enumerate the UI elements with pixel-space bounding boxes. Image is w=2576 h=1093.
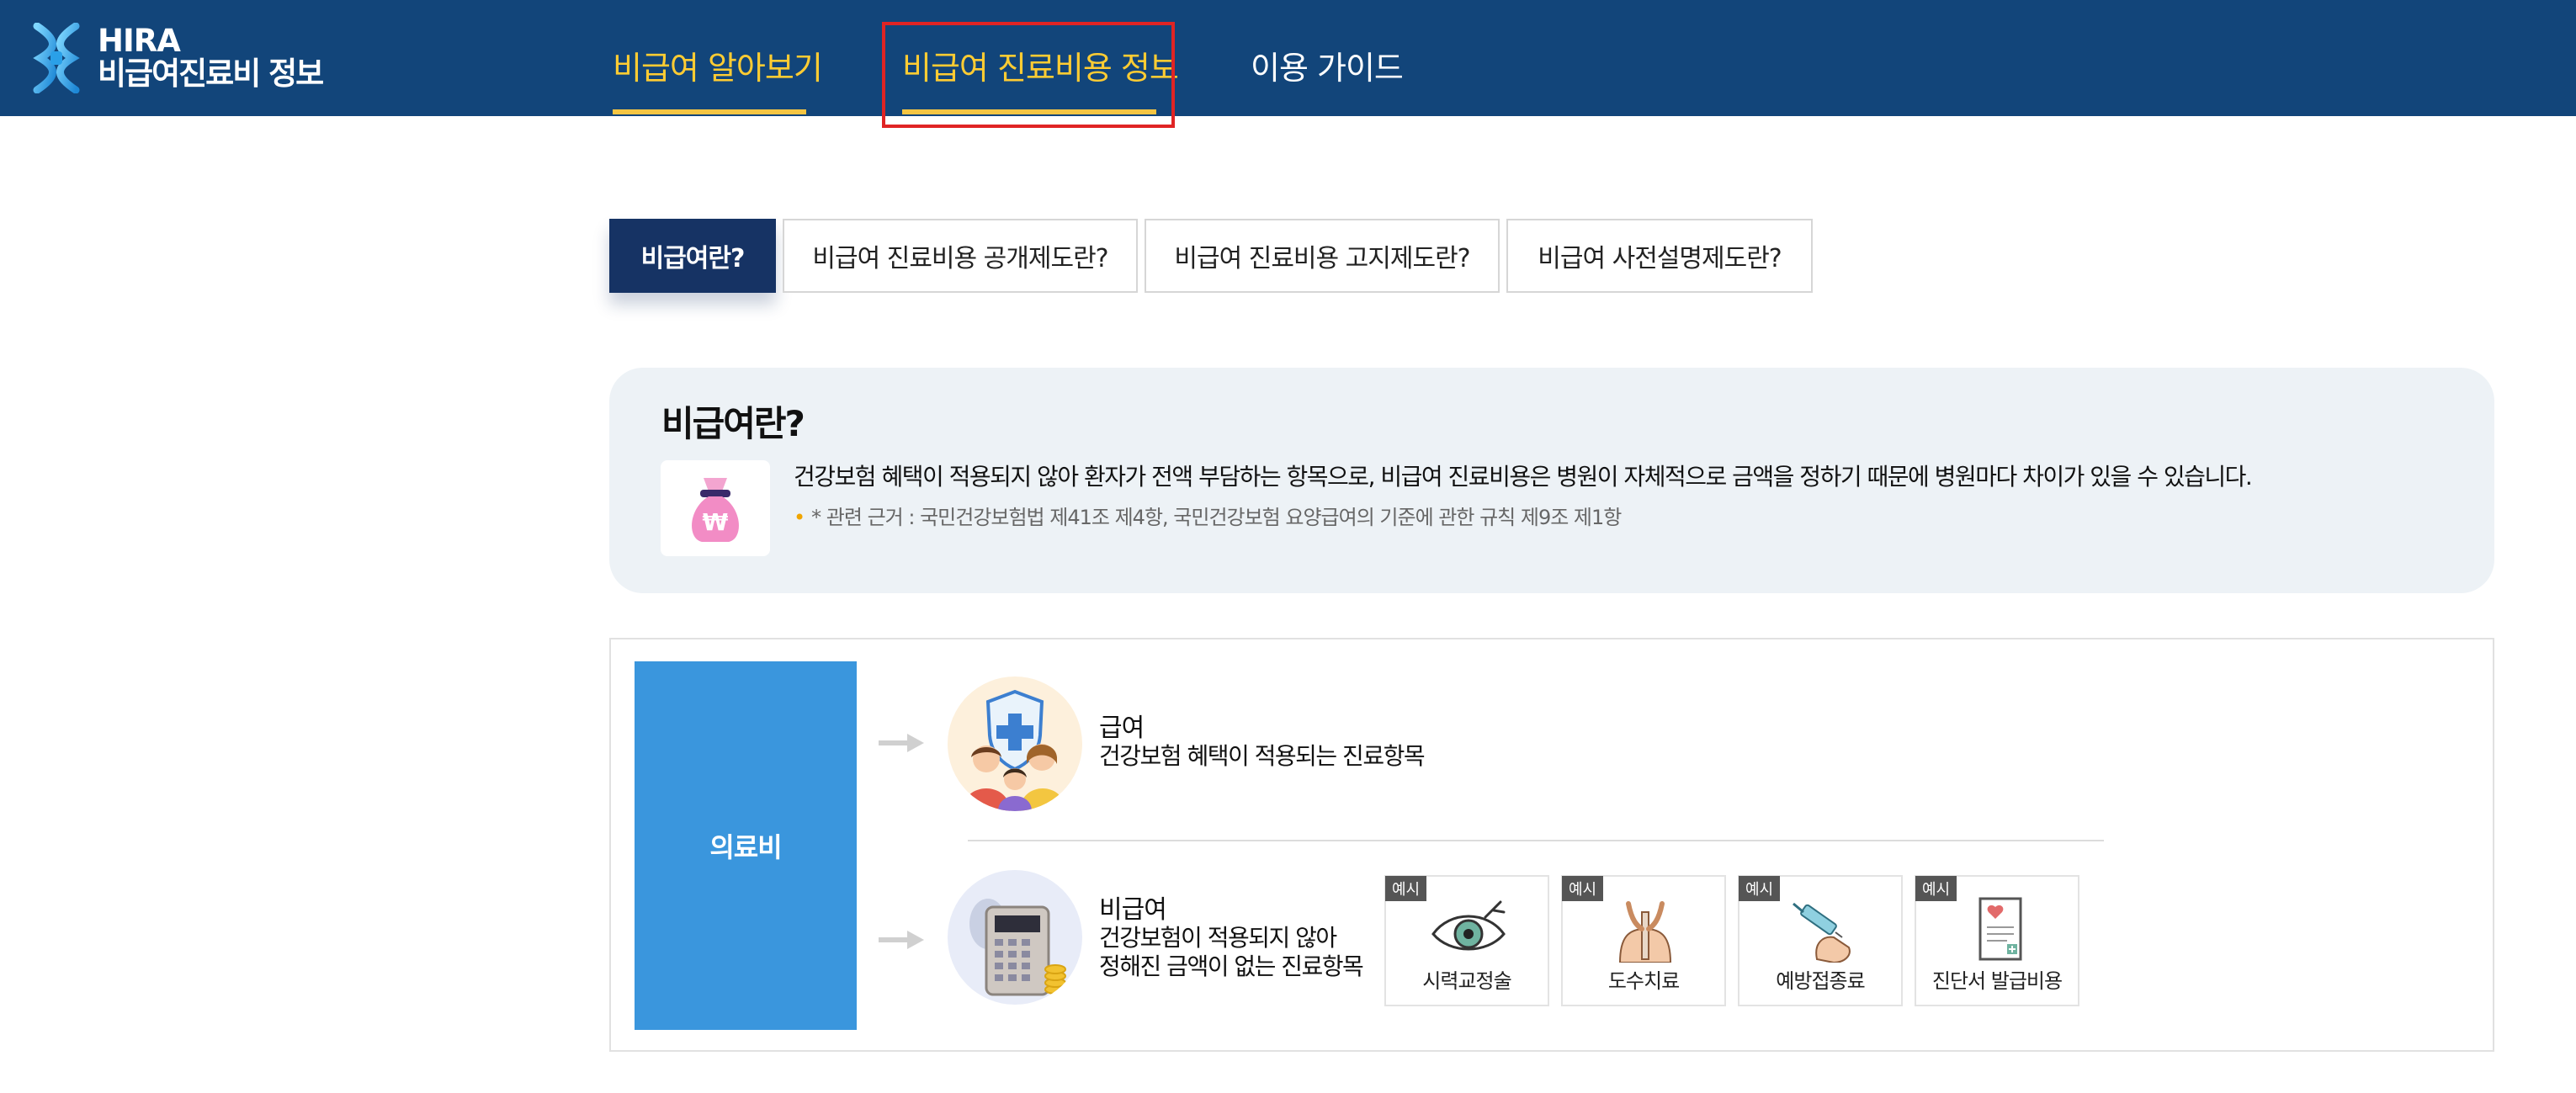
nav-underline-about bbox=[613, 109, 806, 114]
eye-surgery-icon bbox=[1431, 900, 1506, 951]
tab-cost-notification[interactable]: 비급여 진료비용 고지제도란? bbox=[1145, 219, 1500, 293]
nav-item-usage-guide[interactable]: 이용 가이드 bbox=[1251, 42, 1404, 88]
definition-box: 비급여란? ₩ 건강보험 혜택이 적용되지 않아 환자가 전액 부담하는 항목으… bbox=[609, 368, 2494, 593]
family-shield-icon bbox=[963, 689, 1065, 811]
logo-text-en: HIRA bbox=[98, 23, 181, 60]
legal-basis-text: * 관련 근거 : 국민건강보험법 제41조 제4항, 국민건강보험 요양급여의… bbox=[811, 506, 1622, 529]
medical-certificate-icon bbox=[1978, 897, 2022, 961]
sub-tabs: 비급여란? 비급여 진료비용 공개제도란? 비급여 진료비용 고지제도란? 비급… bbox=[609, 219, 1813, 293]
uncovered-description-line2: 정해진 금액이 없는 진료항목 bbox=[1099, 952, 1364, 980]
covered-title: 급여 bbox=[1099, 714, 1145, 743]
example-badge: 예시 bbox=[1385, 876, 1427, 901]
definition-description: 건강보험 혜택이 적용되지 않아 환자가 전액 부담하는 항목으로, 비급여 진… bbox=[794, 463, 2253, 491]
example-badge: 예시 bbox=[1562, 876, 1604, 901]
example-label: 시력교정술 bbox=[1422, 969, 1511, 993]
nav-highlight-box bbox=[882, 22, 1175, 128]
covered-illustration bbox=[948, 676, 1082, 811]
vaccine-syringe-icon bbox=[1793, 902, 1851, 963]
example-badge: 예시 bbox=[1915, 876, 1957, 901]
definition-title: 비급여란? bbox=[661, 403, 805, 444]
money-bag-won-icon: ₩ bbox=[692, 478, 739, 542]
site-logo[interactable]: HIRA 비급여진료비 정보 bbox=[32, 20, 324, 96]
example-label: 진단서 발급비용 bbox=[1931, 969, 2063, 993]
uncovered-illustration bbox=[948, 870, 1082, 1005]
calculator-icon bbox=[969, 899, 1066, 996]
tab-cost-disclosure[interactable]: 비급여 진료비용 공개제도란? bbox=[783, 219, 1138, 293]
example-card-manual-therapy: 예시 도수치료 bbox=[1561, 875, 1726, 1006]
example-card-vision-surgery: 예시 시력교정술 bbox=[1384, 875, 1549, 1006]
logo-text-ko: 비급여진료비 정보 bbox=[98, 56, 324, 92]
nav-item-about-noncovered[interactable]: 비급여 알아보기 bbox=[613, 42, 823, 88]
example-card-vaccination: 예시 예방접종료 bbox=[1738, 875, 1903, 1006]
uncovered-title: 비급여 bbox=[1099, 895, 1167, 925]
svg-text:₩: ₩ bbox=[703, 508, 729, 536]
tab-what-is-noncovered[interactable]: 비급여란? bbox=[609, 219, 776, 293]
uncovered-description-line1: 건강보험이 적용되지 않아 bbox=[1099, 924, 1337, 952]
hira-logo-icon bbox=[33, 23, 80, 93]
cost-structure-diagram: 의료비 급여 건강보험 혜택이 적용되는 진료항목 비급여 건강보험이 적용되지… bbox=[609, 638, 2494, 1052]
medical-cost-block: 의료비 bbox=[635, 661, 857, 1030]
manual-therapy-icon bbox=[1618, 901, 1672, 963]
legal-basis-note: • * 관련 근거 : 국민건강보험법 제41조 제4항, 국민건강보험 요양급여… bbox=[794, 501, 1622, 530]
bullet-dot: • bbox=[794, 506, 805, 529]
arrow-right-icon bbox=[879, 734, 924, 752]
example-badge: 예시 bbox=[1739, 876, 1781, 901]
example-card-certificate: 예시 진단서 발급비용 bbox=[1915, 875, 2079, 1006]
example-label: 도수치료 bbox=[1607, 969, 1680, 993]
tab-prior-explanation[interactable]: 비급여 사전설명제도란? bbox=[1506, 219, 1813, 293]
definition-icon-box: ₩ bbox=[661, 460, 770, 556]
example-label: 예방접종료 bbox=[1776, 969, 1865, 993]
branch-divider bbox=[968, 840, 2104, 841]
arrow-right-icon bbox=[879, 931, 924, 949]
covered-description: 건강보험 혜택이 적용되는 진료항목 bbox=[1099, 742, 1426, 770]
top-header: HIRA 비급여진료비 정보 비급여 알아보기 비급여 진료비용 정보 이용 가… bbox=[0, 0, 2576, 116]
